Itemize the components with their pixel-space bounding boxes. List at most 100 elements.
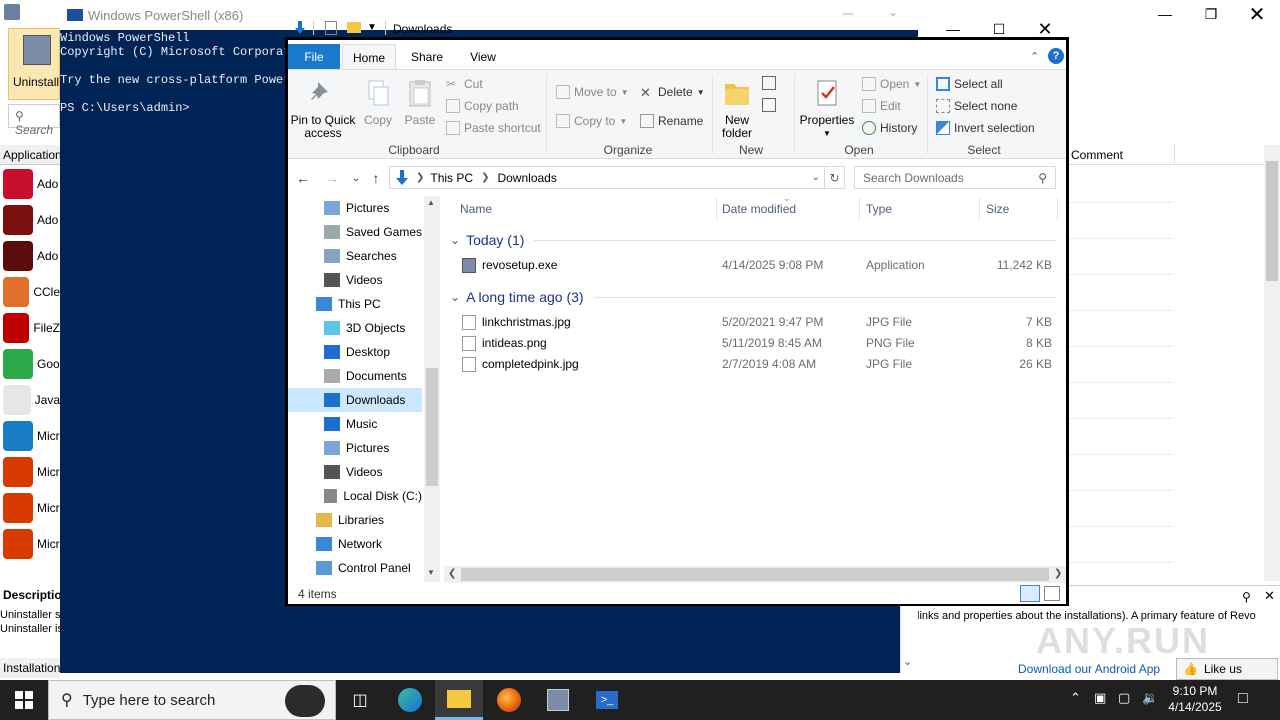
details-view-icon[interactable] bbox=[1020, 585, 1040, 602]
easy-access-button[interactable] bbox=[762, 98, 784, 114]
tab-view[interactable]: View bbox=[456, 44, 510, 70]
close-button[interactable]: ✕ bbox=[1234, 0, 1280, 28]
column-separator[interactable] bbox=[1057, 198, 1058, 220]
network-icon[interactable]: ▢ bbox=[1118, 690, 1130, 706]
scrollbar-thumb[interactable] bbox=[461, 568, 1049, 581]
nav-pane-scrollbar[interactable]: ▲ ▼ bbox=[424, 196, 440, 582]
revo-app-row[interactable]: Micr bbox=[0, 526, 60, 562]
move-to-button[interactable]: Move to ▼ bbox=[556, 85, 629, 99]
task-view-button[interactable]: ◫ bbox=[336, 680, 384, 720]
nav-item-this-pc[interactable]: This PC bbox=[288, 292, 422, 316]
paste-shortcut-button[interactable]: Paste shortcut bbox=[446, 121, 541, 135]
column-header-type[interactable]: Type bbox=[866, 198, 978, 220]
column-separator[interactable] bbox=[979, 198, 980, 220]
nav-item-searches[interactable]: Searches bbox=[288, 244, 422, 268]
tab-file[interactable]: File bbox=[288, 44, 340, 70]
file-row[interactable]: revosetup.exe 4/14/2025 9:08 PM Applicatio… bbox=[458, 255, 1058, 276]
revo-app-row[interactable]: Java bbox=[0, 382, 60, 418]
properties-button[interactable]: Properties ▼ bbox=[798, 78, 856, 140]
notification-icon[interactable]: □ bbox=[1238, 690, 1248, 708]
restore-button[interactable]: ❐ bbox=[1188, 0, 1234, 28]
address-bar[interactable]: ❯ This PC ❯ Downloads ⌄ bbox=[389, 166, 825, 189]
revo-app-row[interactable]: Ado bbox=[0, 238, 60, 274]
taskbar-edge-button[interactable] bbox=[386, 680, 434, 720]
nav-item-documents[interactable]: Documents bbox=[288, 364, 422, 388]
scroll-down-icon[interactable]: ▼ bbox=[427, 568, 435, 577]
breadcrumb-chevron-icon[interactable]: ❯ bbox=[481, 172, 489, 183]
up-arrow-icon[interactable]: ↑ bbox=[366, 168, 386, 188]
collapse-ribbon-icon[interactable]: ⌃ bbox=[1030, 50, 1039, 63]
cut-button[interactable]: ✂ Cut bbox=[446, 77, 483, 91]
properties-quick-icon[interactable] bbox=[325, 21, 337, 35]
revo-vertical-scrollbar[interactable] bbox=[1264, 145, 1280, 581]
breadcrumb-chevron-icon[interactable]: ❯ bbox=[416, 172, 424, 183]
column-separator[interactable] bbox=[859, 198, 860, 220]
collapse-chevron-icon[interactable]: ⌄ bbox=[450, 290, 460, 304]
tab-share[interactable]: Share bbox=[400, 44, 454, 70]
tray-device-icon[interactable]: ▣ bbox=[1094, 690, 1106, 706]
copy-button[interactable]: Copy bbox=[360, 78, 396, 127]
refresh-icon[interactable]: ↻ bbox=[825, 166, 845, 189]
invert-selection-button[interactable]: Invert selection bbox=[936, 121, 1035, 135]
column-header-name[interactable]: Name bbox=[460, 198, 716, 220]
breadcrumb-this-pc[interactable]: This PC bbox=[430, 171, 473, 185]
uninstall-button[interactable]: Uninstall bbox=[8, 28, 60, 100]
android-app-link[interactable]: Download our Android App bbox=[1018, 662, 1160, 676]
file-group-header[interactable]: ⌄ Today (1) bbox=[450, 229, 1056, 251]
recent-locations-chevron-icon[interactable]: ⌄ bbox=[346, 168, 366, 188]
nav-item-libraries[interactable]: Libraries bbox=[288, 508, 422, 532]
address-dropdown-icon[interactable]: ⌄ bbox=[812, 172, 820, 183]
edit-button[interactable]: Edit bbox=[862, 99, 901, 113]
explorer-close-button[interactable]: ✕ bbox=[1022, 18, 1068, 40]
revo-comment-header[interactable]: Comment bbox=[1068, 145, 1280, 165]
revo-app-row[interactable]: Goo bbox=[0, 346, 60, 382]
large-icons-view-icon[interactable] bbox=[1044, 586, 1060, 601]
nav-item-downloads[interactable]: Downloads bbox=[288, 388, 422, 412]
volume-icon[interactable]: 🔉 bbox=[1142, 690, 1158, 706]
nav-item-videos[interactable]: Videos bbox=[288, 460, 422, 484]
scroll-down-icon[interactable]: ⌄ bbox=[903, 655, 912, 668]
revo-app-row[interactable]: Micr bbox=[0, 418, 60, 454]
horizontal-scrollbar[interactable]: ❮ ❯ bbox=[444, 566, 1066, 583]
breadcrumb-downloads[interactable]: Downloads bbox=[497, 171, 556, 185]
column-header-date-modified[interactable]: Date modified bbox=[722, 198, 858, 220]
file-row[interactable]: intideas.png 5/11/2019 8:45 AM PNG File 8 K… bbox=[458, 333, 1058, 354]
revo-app-row[interactable]: Ado bbox=[0, 166, 60, 202]
rename-button[interactable]: Rename bbox=[640, 114, 703, 128]
forward-arrow-icon[interactable]: → bbox=[322, 168, 342, 188]
taskbar-revo-button[interactable] bbox=[534, 680, 582, 720]
explorer-maximize-button[interactable]: ☐ bbox=[976, 18, 1022, 40]
taskbar-search-box[interactable]: ⚲ Type here to search bbox=[48, 680, 336, 720]
scroll-up-icon[interactable]: ▲ bbox=[427, 198, 435, 207]
revo-apps-column-header[interactable]: Application bbox=[0, 145, 62, 165]
taskbar-clock[interactable]: 9:10 PM 4/14/2025 bbox=[1160, 683, 1230, 715]
scroll-left-icon[interactable]: ❮ bbox=[448, 568, 456, 579]
like-us-button[interactable]: 👍 Like us bbox=[1176, 658, 1278, 680]
revo-app-row[interactable]: CCle bbox=[0, 274, 60, 310]
revo-search-input[interactable]: ⚲ Search bbox=[8, 104, 60, 137]
select-all-button[interactable]: Select all bbox=[936, 77, 1003, 91]
nav-item-network[interactable]: Network bbox=[288, 532, 422, 556]
file-row[interactable]: completedpink.jpg 2/7/2019 4:08 AM JPG Fil… bbox=[458, 354, 1058, 375]
revo-app-row[interactable]: Micr bbox=[0, 490, 60, 526]
help-icon[interactable]: ? bbox=[1048, 48, 1064, 64]
scroll-right-icon[interactable]: ❯ bbox=[1054, 568, 1062, 579]
column-separator[interactable] bbox=[716, 198, 717, 220]
nav-item-saved-games[interactable]: Saved Games bbox=[288, 220, 422, 244]
taskbar-file-explorer-button[interactable] bbox=[435, 680, 483, 720]
powershell-console-text[interactable]: Windows PowerShell Copyright (C) Microsof… bbox=[60, 31, 285, 115]
pin-icon[interactable]: ⚲ bbox=[1242, 590, 1251, 604]
nav-item-videos[interactable]: Videos bbox=[288, 268, 422, 292]
revo-app-row[interactable]: FileZ bbox=[0, 310, 60, 346]
tab-home[interactable]: Home bbox=[342, 44, 396, 70]
collapse-chevron-icon[interactable]: ⌄ bbox=[450, 233, 460, 247]
paste-button[interactable]: Paste bbox=[402, 78, 438, 127]
new-folder-quick-icon[interactable] bbox=[347, 22, 361, 33]
explorer-minimize-button[interactable]: — bbox=[930, 18, 976, 40]
nav-item-pictures[interactable]: Pictures bbox=[288, 436, 422, 460]
copy-to-button[interactable]: Copy to ▼ bbox=[556, 114, 627, 128]
nav-item-3d-objects[interactable]: 3D Objects bbox=[288, 316, 422, 340]
new-folder-button[interactable]: New folder bbox=[716, 78, 758, 140]
nav-item-desktop[interactable]: Desktop bbox=[288, 340, 422, 364]
search-downloads-input[interactable]: Search Downloads ⚲ bbox=[854, 166, 1056, 189]
